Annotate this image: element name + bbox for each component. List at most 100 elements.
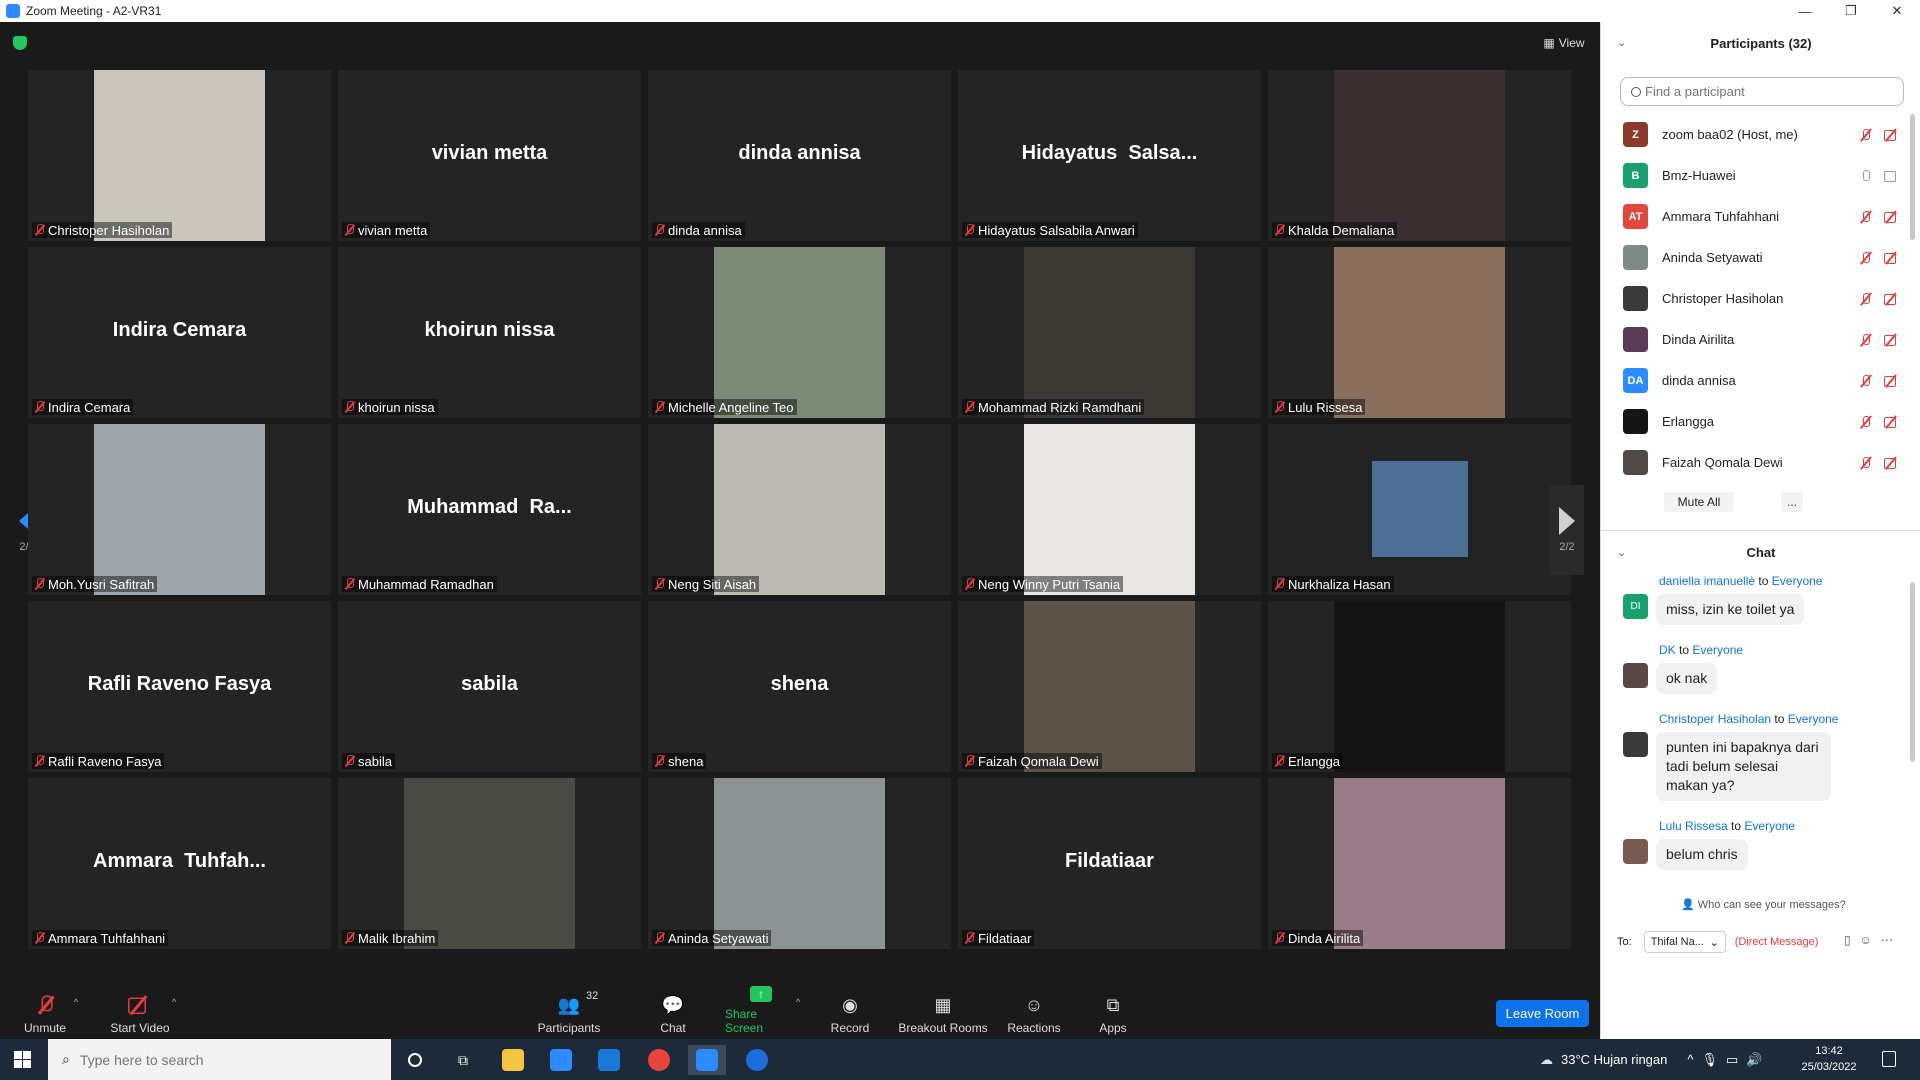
participant-row[interactable]: Aninda Setyawati <box>1601 237 1906 278</box>
microphone-muted-icon[interactable] <box>1858 415 1874 428</box>
recipient-select[interactable]: Thifal Na... ⌄ <box>1643 931 1726 953</box>
task-view-icon[interactable]: ⧉ <box>444 1045 482 1075</box>
taskbar-search-input[interactable] <box>79 1051 360 1068</box>
participant-search-input[interactable] <box>1645 84 1885 99</box>
video-muted-icon[interactable] <box>1884 211 1900 223</box>
video-muted-icon[interactable] <box>1884 252 1900 264</box>
video-tile[interactable]: khoirun nissa khoirun nissa <box>338 247 641 418</box>
video-muted-icon[interactable] <box>1884 129 1900 141</box>
weather-text[interactable]: 33°C Hujan ringan <box>1561 1052 1667 1067</box>
record-button[interactable]: ◉ Record <box>830 989 870 1036</box>
video-tile[interactable]: Faizah Qomala Dewi <box>958 601 1261 772</box>
participants-button[interactable]: 👥 32 Participants <box>536 989 602 1035</box>
video-tile[interactable]: Malik Ibrahim <box>338 778 641 949</box>
video-tile[interactable]: Michelle Angeline Teo <box>648 247 951 418</box>
chat-recipient[interactable]: Everyone <box>1772 574 1823 588</box>
video-options-caret[interactable]: ^ <box>172 997 176 1007</box>
file-explorer-icon[interactable] <box>494 1045 532 1075</box>
video-muted-icon[interactable] <box>1884 293 1900 305</box>
video-tile[interactable]: Aninda Setyawati <box>648 778 951 949</box>
chat-sender[interactable]: Christoper Hasiholan <box>1659 712 1771 726</box>
participant-row[interactable]: Dinda Airilita <box>1601 319 1906 360</box>
more-options-icon[interactable]: ⋯ <box>1881 933 1893 947</box>
close-window-button[interactable]: ✕ <box>1874 0 1920 22</box>
participant-row[interactable]: DA dinda annisa <box>1601 360 1906 401</box>
mail-icon[interactable] <box>590 1045 628 1075</box>
video-muted-icon[interactable] <box>1884 334 1900 346</box>
chat-recipient[interactable]: Everyone <box>1692 643 1743 657</box>
chrome-icon[interactable] <box>640 1045 678 1075</box>
next-page-button[interactable]: 2/2 <box>1550 485 1584 575</box>
video-tile[interactable]: Erlangga <box>1268 601 1571 772</box>
teamviewer-icon[interactable] <box>738 1045 776 1075</box>
video-tile[interactable]: Neng Winny Putri Tsania <box>958 424 1261 595</box>
video-tile[interactable]: Lulu Rissesa <box>1268 247 1571 418</box>
chat-sender[interactable]: Lulu Rissesa <box>1659 819 1728 833</box>
microphone-muted-icon[interactable] <box>1858 251 1874 264</box>
microphone-muted-icon[interactable] <box>1858 210 1874 223</box>
encryption-shield-icon[interactable] <box>13 36 27 50</box>
minimize-button[interactable]: — <box>1782 0 1828 22</box>
video-tile[interactable]: Dinda Airilita <box>1268 778 1571 949</box>
participant-row[interactable]: Faizah Qomala Dewi <box>1601 442 1906 483</box>
video-tile[interactable]: Khalda Demaliana <box>1268 70 1571 241</box>
video-tile[interactable]: Mohammad Rizki Ramdhani <box>958 247 1261 418</box>
video-tile[interactable]: vivian metta vivian metta <box>338 70 641 241</box>
participant-row[interactable]: AT Ammara Tuhfahhani <box>1601 196 1906 237</box>
mute-all-button[interactable]: Mute All <box>1664 492 1734 512</box>
network-icon[interactable]: ▭ <box>1726 1052 1738 1068</box>
apps-button[interactable]: ⧉ Apps <box>1098 989 1128 1036</box>
participant-row[interactable]: B Bmz-Huawei <box>1601 155 1906 196</box>
video-tile[interactable]: Hidayatus Salsa... Hidayatus Salsabila An… <box>958 70 1261 241</box>
zoom-taskbar-icon[interactable] <box>688 1045 726 1075</box>
reactions-button[interactable]: ☺ Reactions <box>1006 989 1062 1036</box>
participant-row[interactable]: Christoper Hasiholan <box>1601 278 1906 319</box>
video-tile[interactable]: shena shena <box>648 601 951 772</box>
microphone-muted-icon[interactable] <box>1858 456 1874 469</box>
participant-row[interactable]: Zzoom baa02 (Host, me) <box>1601 114 1906 155</box>
chat-sender[interactable]: daniella imanuellè <box>1659 574 1755 588</box>
video-tile[interactable]: Moh.Yusri Safitrah <box>28 424 331 595</box>
taskbar-search[interactable]: ⌕ <box>48 1039 391 1080</box>
restore-button[interactable]: ❐ <box>1828 0 1874 22</box>
breakout-rooms-button[interactable]: ▦ Breakout Rooms <box>898 989 988 1036</box>
chat-recipient[interactable]: Everyone <box>1788 712 1839 726</box>
video-tile[interactable]: Ammara Tuhfah... Ammara Tuhfahhani <box>28 778 331 949</box>
share-options-caret[interactable]: ^ <box>796 997 800 1007</box>
participant-row[interactable]: Erlangga <box>1601 401 1906 442</box>
unmute-button[interactable]: Unmute <box>22 989 68 1035</box>
file-icon[interactable]: ▯ <box>1844 933 1851 947</box>
microphone-muted-icon[interactable] <box>1858 374 1874 387</box>
participants-scrollbar[interactable] <box>1910 114 1915 240</box>
store-icon[interactable] <box>542 1045 580 1075</box>
microphone-muted-icon[interactable] <box>1858 333 1874 346</box>
start-video-button[interactable]: Start Video <box>108 989 172 1035</box>
video-muted-icon[interactable] <box>1884 375 1900 387</box>
video-tile[interactable]: Muhammad Ra... Muhammad Ramadhan <box>338 424 641 595</box>
view-button[interactable]: ▦ View <box>1538 32 1590 54</box>
video-tile[interactable]: sabila sabila <box>338 601 641 772</box>
video-tile[interactable]: Neng Siti Aisah <box>648 424 951 595</box>
emoji-icon[interactable]: ☺ <box>1860 933 1872 947</box>
volume-icon[interactable]: 🔊 <box>1746 1052 1762 1068</box>
chat-scrollbar[interactable] <box>1910 582 1915 762</box>
video-camera-icon[interactable] <box>1884 170 1900 182</box>
video-tile[interactable]: Fildatiaar Fildatiaar <box>958 778 1261 949</box>
notification-icon[interactable] <box>1882 1051 1896 1067</box>
microphone-muted-icon[interactable] <box>1858 128 1874 141</box>
microphone-muted-icon[interactable] <box>1858 292 1874 305</box>
cortana-icon[interactable] <box>396 1045 434 1075</box>
tray-expand-icon[interactable]: ^ <box>1687 1052 1693 1067</box>
system-clock[interactable]: 13:42 25/03/2022 <box>1792 1043 1866 1075</box>
cloud-weather-icon[interactable]: ☁ <box>1540 1052 1553 1068</box>
share-screen-button[interactable]: ↑ Share Screen <box>725 986 797 1035</box>
windows-start-icon[interactable] <box>14 1051 31 1068</box>
audio-options-caret[interactable]: ^ <box>74 997 78 1007</box>
video-tile[interactable]: Christoper Hasiholan <box>28 70 331 241</box>
microphone-icon[interactable] <box>1858 169 1874 182</box>
video-tile[interactable]: Indira Cemara Indira Cemara <box>28 247 331 418</box>
leave-room-button[interactable]: Leave Room <box>1496 1000 1589 1027</box>
chat-recipient[interactable]: Everyone <box>1744 819 1795 833</box>
video-tile[interactable]: Rafli Raveno Fasya Rafli Raveno Fasya <box>28 601 331 772</box>
microphone-tray-icon[interactable]: 🎙 <box>1701 1052 1718 1068</box>
